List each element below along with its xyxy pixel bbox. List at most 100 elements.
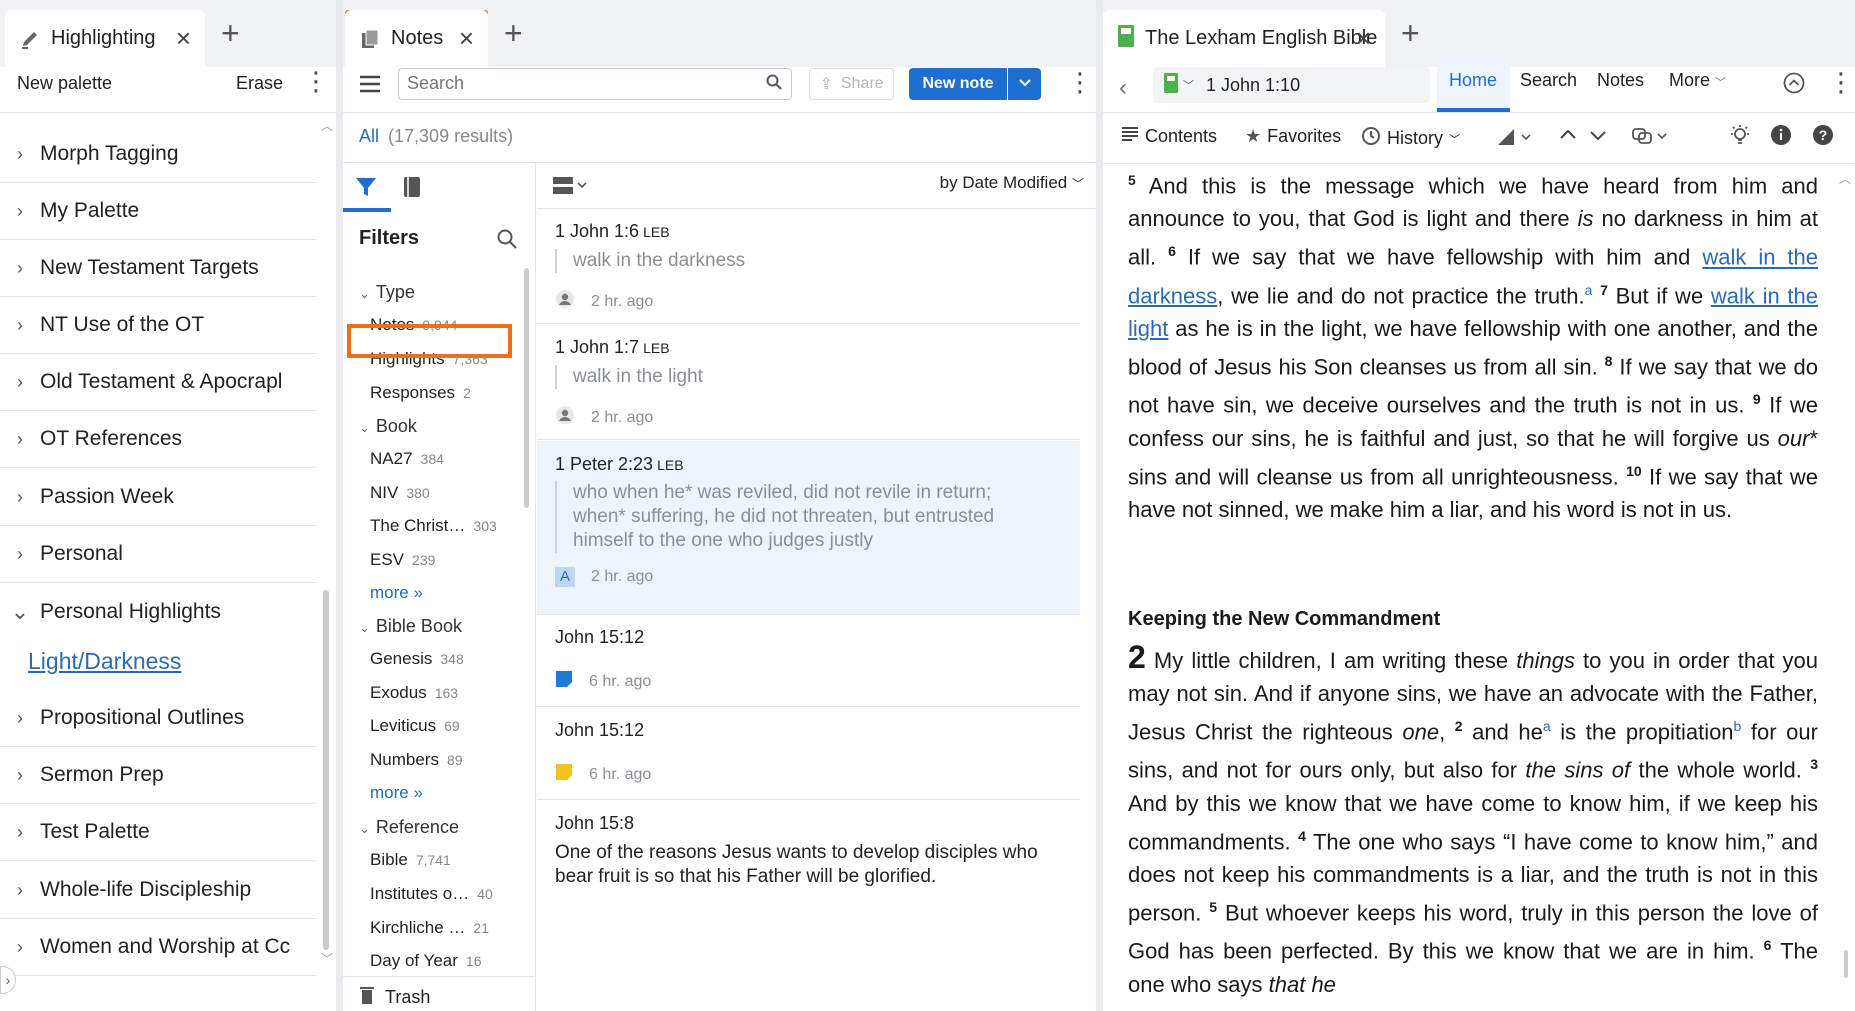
- more-options-icon[interactable]: ⋮: [303, 68, 329, 94]
- filter-item[interactable]: The Christ… 303: [370, 516, 497, 536]
- reference-box[interactable]: ﹀ 1 John 1:10: [1153, 67, 1430, 103]
- trash-item[interactable]: Trash: [359, 985, 430, 1010]
- more-options-icon[interactable]: ⋮: [1828, 69, 1854, 95]
- filter-item[interactable]: Responses 2: [370, 383, 471, 403]
- note-entry[interactable]: 1 John 1:6 LEB walk in the darkness 2 hr.…: [537, 209, 1080, 324]
- palette-item[interactable]: › Sermon Prep: [0, 747, 316, 804]
- new-note-dropdown[interactable]: [1008, 68, 1041, 100]
- palette-item[interactable]: › My Palette: [0, 183, 316, 240]
- note-entry[interactable]: John 15:12 6 hr. ago: [537, 708, 1080, 800]
- scrollbar-thumb[interactable]: [1844, 950, 1848, 978]
- close-icon[interactable]: ×: [176, 23, 191, 54]
- chevron-right-icon[interactable]: ›: [0, 487, 40, 508]
- note-entry[interactable]: 1 John 1:7 LEB walk in the light 2 hr. ag…: [537, 325, 1080, 440]
- new-note-button[interactable]: New note: [909, 68, 1007, 100]
- chevron-down-icon[interactable]: ⌄: [0, 600, 40, 622]
- filter-item[interactable]: Numbers 89: [370, 750, 463, 770]
- collapse-up-icon[interactable]: [1783, 72, 1805, 99]
- palette-item[interactable]: ⌄ Personal Highlights: [0, 583, 316, 640]
- add-tab-icon[interactable]: +: [1401, 17, 1420, 49]
- filter-item[interactable]: Leviticus 69: [370, 716, 460, 736]
- filter-item[interactable]: NIV 380: [370, 483, 430, 503]
- scrollbar-thumb[interactable]: [323, 590, 329, 950]
- filter-item[interactable]: NA27 384: [370, 449, 444, 469]
- search-icon[interactable]: [765, 73, 783, 96]
- all-filter-link[interactable]: All: [359, 126, 379, 146]
- palette-item[interactable]: › Personal: [0, 526, 316, 583]
- filter-item[interactable]: Exodus 163: [370, 683, 458, 703]
- add-tab-icon[interactable]: +: [504, 17, 523, 49]
- filter-group-heading[interactable]: ⌄ Type: [359, 282, 415, 303]
- search-box[interactable]: [398, 68, 792, 100]
- chevron-up-icon[interactable]: [1558, 125, 1578, 150]
- info-icon[interactable]: [1770, 124, 1792, 151]
- filter-group-heading[interactable]: ⌄ Book: [359, 416, 417, 437]
- chevron-right-icon[interactable]: ›: [0, 315, 40, 336]
- filter-tab[interactable]: [343, 163, 391, 213]
- scrollbar-thumb[interactable]: [524, 268, 529, 508]
- chevron-right-icon[interactable]: ›: [0, 429, 40, 450]
- scroll-down-icon[interactable]: ﹀: [321, 950, 333, 967]
- share-button[interactable]: ⇪ Share: [809, 68, 894, 100]
- sort-dropdown[interactable]: by Date Modified ﹀: [940, 173, 1084, 193]
- filter-item[interactable]: Institutes o… 40: [370, 884, 493, 904]
- chevron-right-icon[interactable]: ›: [0, 765, 40, 786]
- close-icon[interactable]: ×: [459, 23, 474, 54]
- back-icon[interactable]: ‹: [1119, 74, 1127, 102]
- scroll-up-icon[interactable]: ︿: [1839, 170, 1851, 187]
- chevron-down-icon[interactable]: [1588, 125, 1608, 150]
- palette-item[interactable]: › NT Use of the OT: [0, 297, 316, 354]
- tab-bible[interactable]: The Lexham English Bible ×: [1103, 10, 1385, 67]
- filter-item[interactable]: Kirchliche … 21: [370, 918, 489, 938]
- filter-item[interactable]: ESV 239: [370, 550, 435, 570]
- palette-item[interactable]: › New Testament Targets: [0, 240, 316, 297]
- chevron-right-icon[interactable]: ›: [0, 201, 40, 222]
- search-icon[interactable]: [496, 228, 518, 255]
- more-link[interactable]: more »: [370, 783, 423, 803]
- tab-more[interactable]: More ﹀: [1669, 70, 1726, 91]
- filter-item[interactable]: Bible 7,741: [370, 850, 451, 870]
- tab-notes[interactable]: Notes ×: [345, 10, 488, 67]
- link-set-icon[interactable]: [1631, 126, 1671, 151]
- help-icon[interactable]: ?: [1812, 124, 1834, 151]
- note-entry[interactable]: John 15:12 6 hr. ago: [537, 615, 1080, 707]
- tab-home[interactable]: Home: [1449, 70, 1497, 91]
- chevron-right-icon[interactable]: ›: [0, 544, 40, 565]
- more-options-icon[interactable]: ⋮: [1067, 69, 1093, 95]
- view-mode-icon[interactable]: [553, 177, 587, 200]
- tab-notes[interactable]: Notes: [1597, 70, 1644, 91]
- palette-item[interactable]: › Passion Week: [0, 469, 316, 526]
- palette-item[interactable]: › Test Palette: [0, 804, 316, 861]
- filter-group-heading[interactable]: ⌄ Bible Book: [359, 616, 462, 637]
- erase-button[interactable]: Erase: [236, 73, 283, 94]
- tab-highlighting[interactable]: Highlighting ×: [5, 10, 205, 67]
- more-link[interactable]: more »: [370, 583, 423, 603]
- favorites-button[interactable]: ★ Favorites: [1245, 126, 1341, 147]
- notebook-icon[interactable]: [401, 175, 423, 204]
- close-icon[interactable]: ×: [1356, 23, 1371, 54]
- chevron-right-icon[interactable]: ›: [0, 258, 40, 279]
- palette-item[interactable]: › Women and Worship at Cc: [0, 919, 316, 976]
- contents-button[interactable]: Contents: [1121, 126, 1217, 147]
- filter-item[interactable]: Day of Year 16: [370, 951, 481, 971]
- tab-search[interactable]: Search: [1520, 70, 1577, 91]
- chevron-right-icon[interactable]: ›: [0, 937, 40, 958]
- palette-item[interactable]: › Old Testament & Apocrapl: [0, 354, 316, 411]
- palette-child-light-darkness[interactable]: Light/Darkness: [28, 648, 181, 675]
- palette-item[interactable]: › Morph Tagging: [0, 126, 316, 183]
- palette-item[interactable]: › Whole-life Discipleship: [0, 862, 316, 919]
- search-input[interactable]: [399, 69, 739, 97]
- chevron-right-icon[interactable]: ›: [0, 372, 40, 393]
- lightbulb-icon[interactable]: [1728, 123, 1752, 152]
- chevron-right-icon[interactable]: ›: [0, 822, 40, 843]
- history-button[interactable]: History ﹀: [1361, 126, 1460, 151]
- filter-item[interactable]: Genesis 348: [370, 649, 464, 669]
- chevron-right-icon[interactable]: ›: [0, 144, 40, 165]
- new-palette-button[interactable]: New palette: [17, 73, 112, 94]
- menu-icon[interactable]: [358, 72, 382, 101]
- note-entry-selected[interactable]: 1 Peter 2:23 LEB who when he* was reviled…: [537, 441, 1080, 615]
- visual-filter-icon[interactable]: [1496, 127, 1536, 152]
- scroll-up-icon[interactable]: ︿: [321, 117, 333, 134]
- chevron-right-icon[interactable]: ›: [0, 880, 40, 901]
- palette-item[interactable]: › Propositional Outlines: [0, 690, 316, 747]
